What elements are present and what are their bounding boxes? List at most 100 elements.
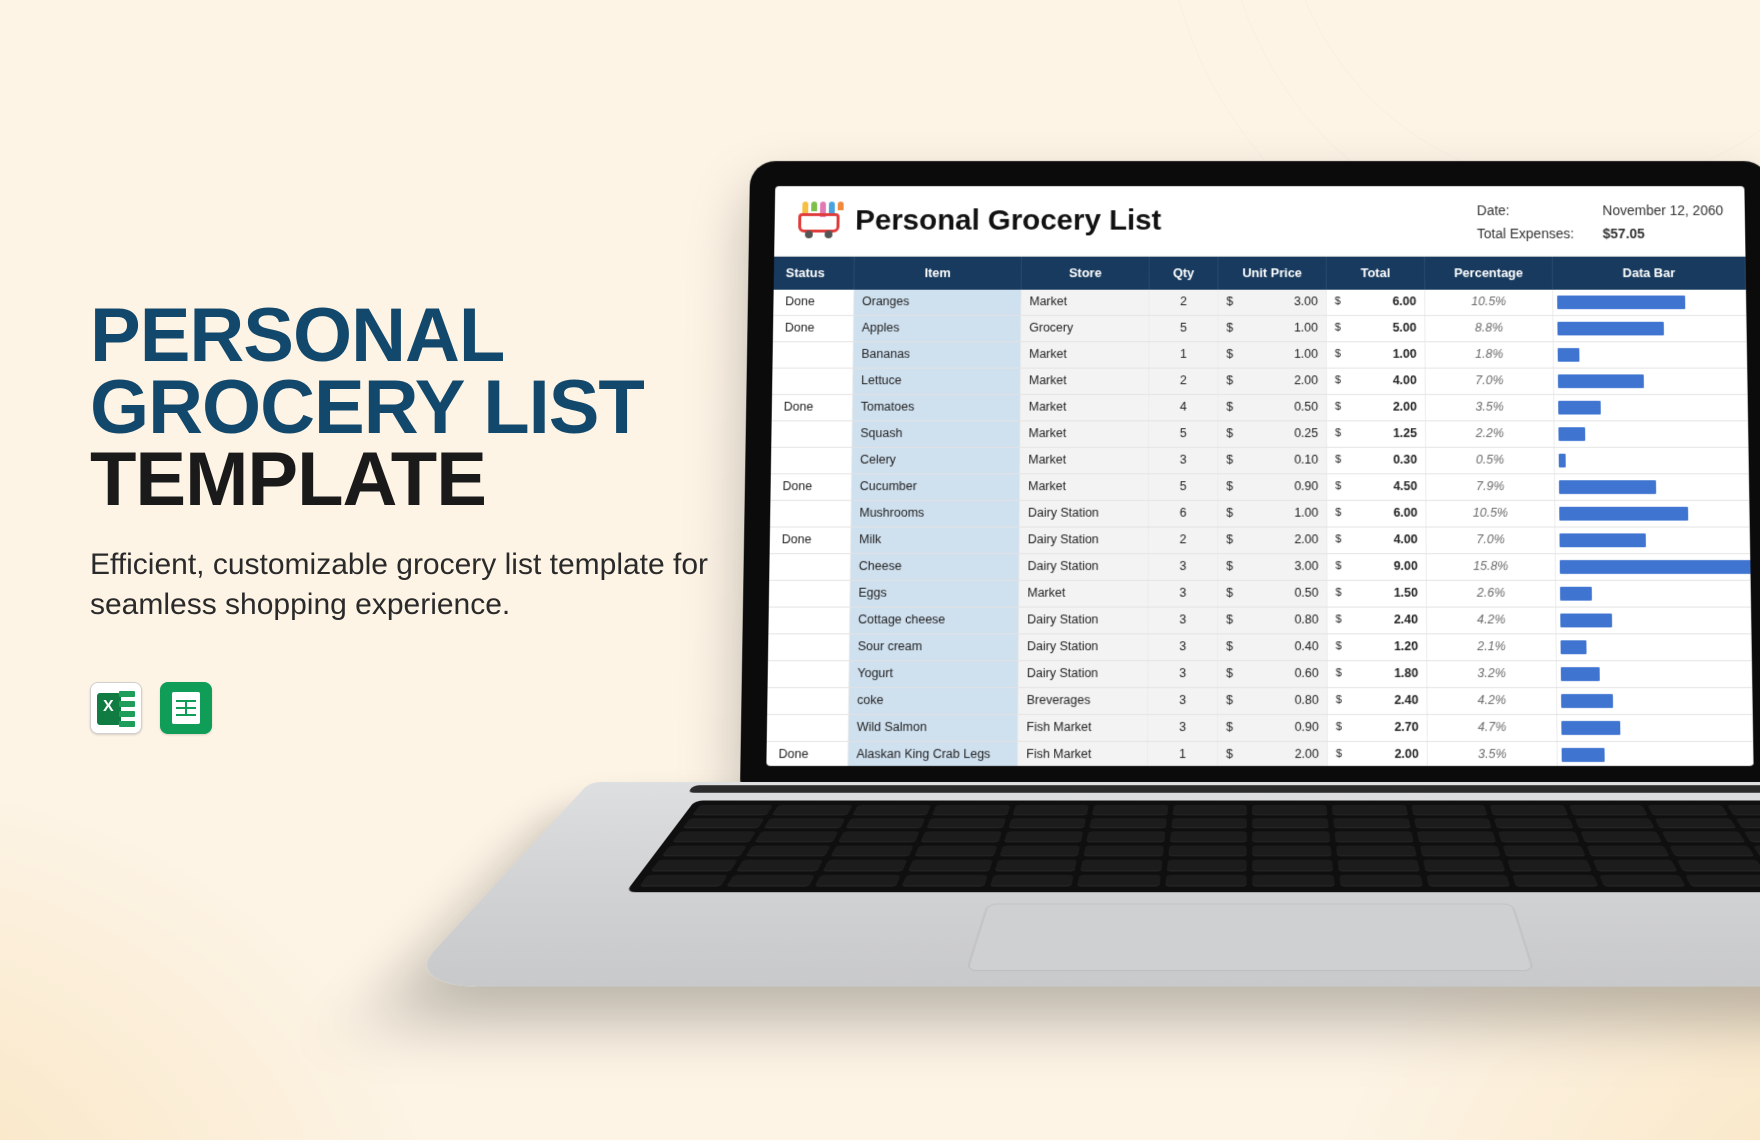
col-total: Total	[1327, 256, 1425, 289]
table-row: CeleryMarket3$0.10$0.300.5%	[771, 447, 1749, 474]
cell-percentage: 3.5%	[1428, 742, 1558, 766]
cell-item: Milk	[851, 527, 1020, 553]
cell-status	[772, 342, 853, 367]
col-qty: Qty	[1150, 256, 1219, 289]
cell-store: Grocery	[1021, 316, 1149, 341]
cell-data-bar	[1554, 368, 1748, 393]
cell-qty: 3	[1148, 634, 1218, 660]
cell-qty: 2	[1149, 368, 1218, 393]
cell-data-bar	[1557, 661, 1753, 687]
cell-data-bar	[1556, 607, 1751, 633]
cell-data-bar	[1558, 742, 1754, 766]
promo-stage: Personal Grocery List Template Efficient…	[0, 0, 1760, 1140]
table-row: DoneTomatoesMarket4$0.50$2.003.5%	[772, 395, 1748, 421]
cell-store: Dairy Station	[1020, 527, 1149, 553]
cell-item: coke	[849, 688, 1019, 714]
promo-copy: Personal Grocery List Template Efficient…	[90, 300, 790, 734]
cell-total: $6.00	[1327, 289, 1426, 314]
cell-item: Mushrooms	[851, 501, 1020, 527]
cell-qty: 3	[1149, 447, 1218, 473]
table-row: DoneCucumberMarket5$0.90$4.507.9%	[770, 474, 1749, 501]
cell-store: Market	[1021, 368, 1149, 393]
cell-data-bar	[1553, 316, 1746, 341]
cell-unit-price: $2.00	[1218, 742, 1328, 766]
cell-item: Apples	[854, 316, 1022, 341]
cell-qty: 1	[1148, 742, 1218, 766]
cell-status	[771, 421, 852, 446]
headline-line3: Template	[90, 444, 790, 516]
cell-data-bar	[1557, 715, 1753, 741]
cell-status: Done	[773, 316, 854, 341]
table-row: EggsMarket3$0.50$1.502.6%	[769, 580, 1751, 607]
total-expenses-value: $57.05	[1603, 223, 1645, 246]
table-row: CheeseDairy Station3$3.00$9.0015.8%	[769, 554, 1750, 581]
cell-unit-price: $2.00	[1218, 368, 1327, 393]
cell-item: Celery	[852, 447, 1020, 473]
cell-percentage: 10.5%	[1425, 289, 1553, 314]
cell-unit-price: $0.50	[1218, 395, 1327, 420]
cell-percentage: 3.5%	[1426, 395, 1555, 420]
cell-unit-price: $0.90	[1218, 715, 1328, 741]
spreadsheet-screen: Personal Grocery List Date: November 12,…	[766, 186, 1753, 766]
cell-qty: 5	[1149, 316, 1218, 341]
cell-total: $9.00	[1327, 554, 1426, 580]
cell-status: Done	[766, 742, 848, 766]
cell-percentage: 3.2%	[1427, 661, 1557, 687]
cell-store: Market	[1021, 289, 1149, 314]
cell-percentage: 7.0%	[1426, 368, 1555, 393]
cell-qty: 3	[1148, 688, 1218, 714]
col-store: Store	[1022, 256, 1150, 289]
cell-item: Cheese	[851, 554, 1020, 580]
column-headers: Status Item Store Qty Unit Price Total P…	[774, 256, 1746, 289]
cell-status	[767, 715, 849, 741]
cell-data-bar	[1555, 527, 1750, 553]
headline: Personal Grocery List Template	[90, 300, 790, 517]
cell-qty: 3	[1149, 580, 1219, 606]
table-row: Sour creamDairy Station3$0.40$1.202.1%	[768, 634, 1752, 661]
cell-data-bar	[1554, 395, 1748, 420]
cell-data-bar	[1554, 421, 1748, 446]
google-sheets-icon	[160, 682, 212, 734]
cell-percentage: 2.1%	[1427, 634, 1557, 660]
cell-percentage: 2.6%	[1427, 580, 1556, 606]
cell-percentage: 7.9%	[1426, 474, 1555, 500]
cell-qty: 2	[1150, 289, 1219, 314]
table-body: DoneOrangesMarket2$3.00$6.0010.5%DoneApp…	[766, 289, 1753, 766]
table-row: YogurtDairy Station3$0.60$1.803.2%	[768, 661, 1753, 688]
cell-total: $1.80	[1328, 661, 1428, 687]
table-row: MushroomsDairy Station6$1.00$6.0010.5%	[770, 501, 1750, 528]
sheet-meta: Date: November 12, 2060 Total Expenses: …	[1477, 200, 1724, 246]
cell-data-bar	[1555, 474, 1749, 500]
cell-store: Market	[1020, 474, 1149, 500]
cell-unit-price: $0.80	[1218, 688, 1328, 714]
date-value: November 12, 2060	[1602, 200, 1723, 223]
cell-store: Dairy Station	[1019, 661, 1149, 687]
cell-total: $1.50	[1327, 580, 1426, 606]
cell-unit-price: $0.80	[1218, 607, 1327, 633]
cell-status	[768, 607, 850, 633]
cell-data-bar	[1553, 289, 1746, 314]
table-row: DoneApplesGrocery5$1.00$5.008.8%	[773, 316, 1747, 342]
cell-total: $4.00	[1327, 368, 1426, 393]
excel-icon	[90, 682, 142, 734]
cell-percentage: 8.8%	[1425, 316, 1553, 341]
laptop-trackpad	[966, 904, 1533, 971]
cell-item: Yogurt	[849, 661, 1019, 687]
cell-percentage: 4.7%	[1428, 715, 1558, 741]
cell-store: Market	[1021, 421, 1150, 446]
cell-item: Cucumber	[852, 474, 1021, 500]
cell-qty: 3	[1149, 607, 1219, 633]
cell-status	[768, 634, 850, 660]
cell-unit-price: $3.00	[1218, 554, 1327, 580]
cell-unit-price: $1.00	[1218, 342, 1327, 367]
total-expenses-label: Total Expenses:	[1477, 223, 1585, 246]
cell-qty: 5	[1149, 421, 1218, 446]
cell-unit-price: $2.00	[1218, 527, 1327, 553]
cell-data-bar	[1555, 447, 1749, 473]
cell-total: $2.70	[1328, 715, 1428, 741]
cell-status	[771, 447, 853, 473]
cell-item: Eggs	[850, 580, 1019, 606]
cell-store: Fish Market	[1018, 742, 1148, 766]
cell-data-bar	[1557, 688, 1753, 714]
cell-store: Dairy Station	[1019, 607, 1148, 633]
